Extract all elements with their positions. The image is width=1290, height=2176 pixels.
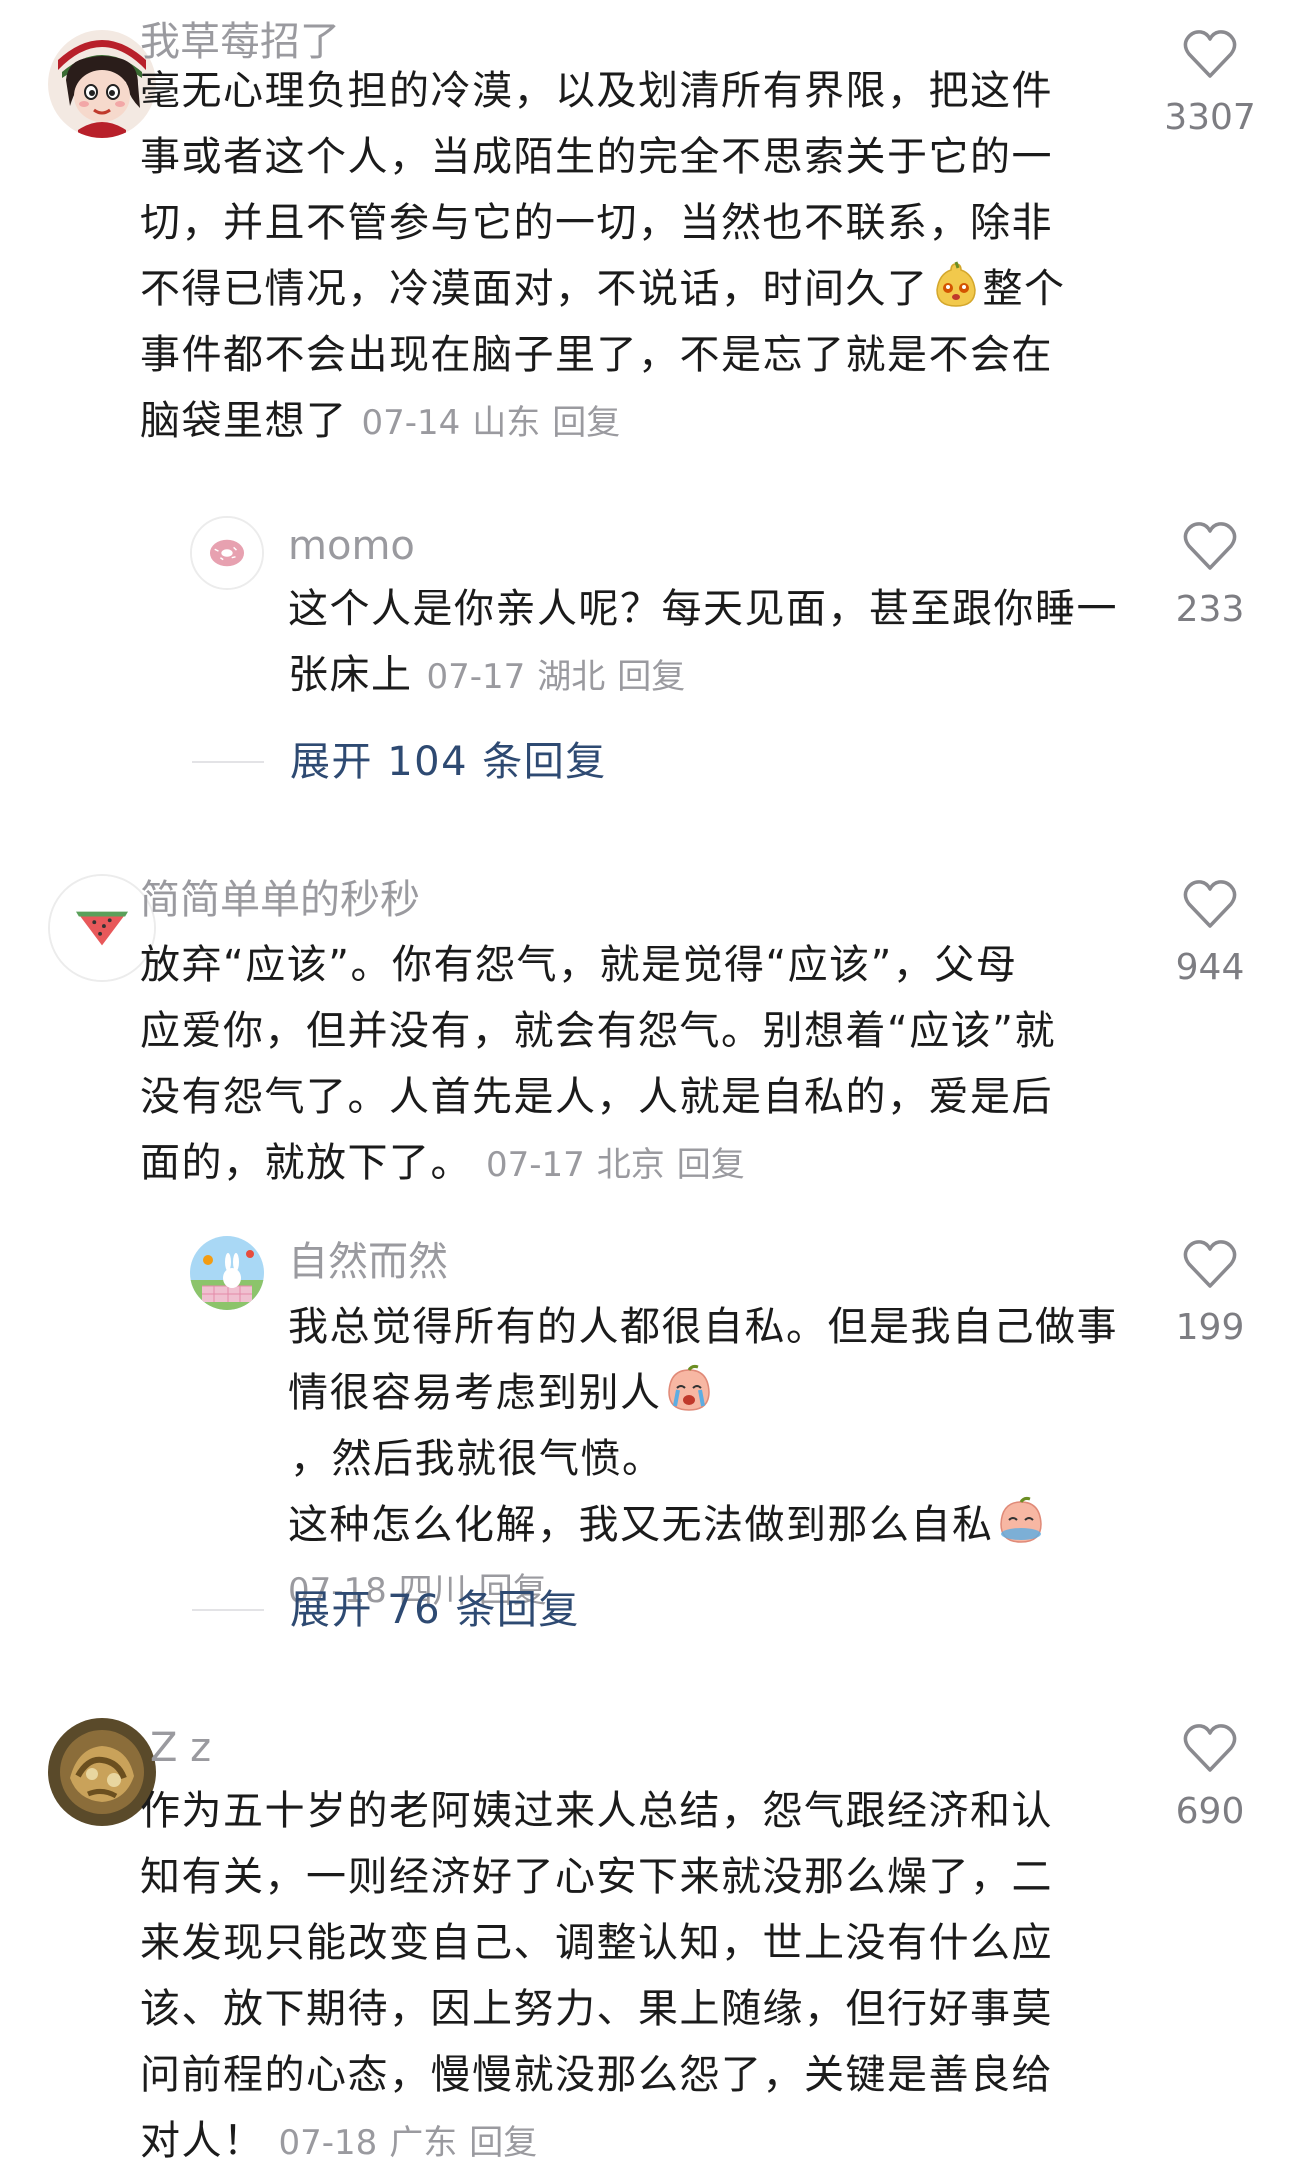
comment-text-line: 切，并且不管参与它的一切，当然也不联系，除非 — [140, 200, 1053, 246]
comment-text-line: 应爱你，但并没有，就会有怨气。别想着“应该”就 — [140, 1008, 1056, 1054]
like-button[interactable]: 690 — [1140, 1724, 1280, 1832]
heart-icon — [1183, 1240, 1237, 1288]
avatar[interactable] — [190, 516, 264, 590]
like-count: 3307 — [1164, 97, 1256, 138]
comment-text-line: 张床上 07-17 湖北 回复 — [288, 642, 1118, 708]
like-count: 199 — [1175, 1307, 1245, 1348]
comment-text-line: 对人！ 07-18 广东 回复 — [140, 2108, 1053, 2174]
username[interactable]: Z z — [150, 1722, 211, 1774]
comment-text-line: 作为五十岁的老阿姨过来人总结，怨气跟经济和认 — [140, 1788, 1053, 1834]
crying-peach-emoji-icon — [996, 1496, 1046, 1546]
comment-text-segment: 不得已情况，冷漠面对，不说话，时间久了 — [140, 266, 929, 312]
comment-text-line: 知有关，一则经济好了心安下来就没那么燥了，二 — [140, 1854, 1053, 1900]
comment-text-line: 事或者这个人，当成陌生的完全不思索关于它的一 — [140, 134, 1053, 180]
donut-avatar-icon — [192, 518, 262, 588]
comment-text: 放弃“应该”。你有怨气，就是觉得“应该”，父母 应爱你，但并没有，就会有怨气。别… — [140, 932, 1056, 1196]
comment-meta: 07-17 北京 回复 — [486, 1145, 745, 1185]
expand-replies-button[interactable]: 展开 76 条回复 — [192, 1584, 792, 1636]
comment-text: 这个人是你亲人呢？每天见面，甚至跟你睡一 张床上 07-17 湖北 回复 — [288, 576, 1118, 708]
comment-text: 毫无心理负担的冷漠，以及划清所有界限，把这件 事或者这个人，当成陌生的完全不思索… — [140, 58, 1066, 454]
pear-face-emoji-icon — [931, 260, 981, 310]
like-button[interactable]: 199 — [1140, 1240, 1280, 1348]
comment-text: 我总觉得所有的人都很自私。但是我自己做事 情很容易考虑到别人 ，然后我就很气愤。… — [288, 1294, 1118, 1624]
reply-button[interactable]: 回复 — [617, 657, 685, 697]
comment-meta: 07-14 山东 回复 — [362, 403, 621, 443]
comment-text-line: 毫无心理负担的冷漠，以及划清所有界限，把这件 — [140, 68, 1053, 114]
comment-text-line: 我总觉得所有的人都很自私。但是我自己做事 — [288, 1304, 1118, 1350]
comment-location: 湖北 — [537, 657, 606, 697]
comment-date: 07-17 — [426, 657, 526, 697]
divider — [192, 761, 264, 763]
comment-text-line: 来发现只能改变自己、调整认知，世上没有什么应 — [140, 1920, 1053, 1966]
like-button[interactable]: 944 — [1140, 880, 1280, 988]
comment-date: 07-17 — [486, 1145, 585, 1185]
heart-icon — [1183, 30, 1237, 78]
comment-location: 山东 — [472, 403, 541, 443]
comment-text-segment: 这种怎么化解，我又无法做到那么自私 — [288, 1502, 994, 1548]
like-count: 233 — [1175, 589, 1245, 630]
comment-date: 07-14 — [361, 403, 461, 443]
comment-location: 广东 — [389, 2123, 458, 2163]
like-count: 944 — [1175, 947, 1245, 988]
like-count: 690 — [1175, 1791, 1245, 1832]
username[interactable]: 自然而然 — [288, 1236, 448, 1288]
reply-button[interactable]: 回复 — [469, 2123, 537, 2163]
expand-replies-label[interactable]: 展开 76 条回复 — [290, 1584, 580, 1636]
reply-button[interactable]: 回复 — [552, 403, 620, 443]
expand-replies-button[interactable]: 展开 104 条回复 — [192, 736, 792, 788]
comment-date: 07-18 — [278, 2123, 378, 2163]
bunny-picnic-avatar-icon — [190, 1236, 264, 1310]
comment-text-line: 问前程的心态，慢慢就没那么怨了，关键是善良给 — [140, 2052, 1053, 2098]
comment-text: 作为五十岁的老阿姨过来人总结，怨气跟经济和认 知有关，一则经济好了心安下来就没那… — [140, 1778, 1053, 2174]
comment-text-line: 事件都不会出现在脑子里了，不是忘了就是不会在 — [140, 332, 1053, 378]
comment-text-segment: 脑袋里想了 — [140, 398, 348, 444]
comment-text-segment: 整个 — [982, 266, 1066, 312]
expand-replies-label[interactable]: 展开 104 条回复 — [290, 736, 607, 788]
watermelon-avatar-icon — [50, 876, 154, 980]
heart-icon — [1183, 522, 1237, 570]
comment-text-line: 没有怨气了。人首先是人，人就是自私的，爱是后 — [140, 1074, 1053, 1120]
username[interactable]: momo — [288, 520, 415, 572]
comment-text-segment: 情很容易考虑到别人 — [288, 1370, 662, 1416]
comment-text-segment: 对人！ — [140, 2118, 265, 2164]
avatar[interactable] — [190, 1236, 264, 1310]
comment-meta: 07-17 湖北 回复 — [427, 657, 686, 697]
reply-button[interactable]: 回复 — [677, 1145, 745, 1185]
like-button[interactable]: 3307 — [1140, 30, 1280, 138]
comment-text-line: 不得已情况，冷漠面对，不说话，时间久了 整个 — [140, 256, 1066, 322]
comment-text-line: 情很容易考虑到别人 — [288, 1360, 1118, 1426]
comment-location: 北京 — [596, 1145, 665, 1185]
comment-meta: 07-18 广东 回复 — [279, 2123, 538, 2163]
comment-text-line: ，然后我就很气愤。 — [290, 1436, 664, 1482]
comment-text-segment: 面的，就放下了。 — [140, 1140, 472, 1186]
comment-text-line: 这种怎么化解，我又无法做到那么自私 — [288, 1492, 1118, 1558]
comment-text-line: 面的，就放下了。 07-17 北京 回复 — [140, 1130, 1056, 1196]
comment-text-line: 脑袋里想了 07-14 山东 回复 — [140, 388, 1066, 454]
comment-text-segment: 张床上 — [288, 652, 413, 698]
like-button[interactable]: 233 — [1140, 522, 1280, 630]
comment-text-line: 放弃“应该”。你有怨气，就是觉得“应该”，父母 — [140, 942, 1018, 988]
crying-peach-emoji-icon — [664, 1364, 714, 1414]
divider — [192, 1609, 264, 1611]
comment-text-line: 该、放下期待，因上努力、果上随缘，但行好事莫 — [140, 1986, 1053, 2032]
username[interactable]: 简简单单的秒秒 — [140, 874, 420, 926]
heart-icon — [1183, 1724, 1237, 1772]
heart-icon — [1183, 880, 1237, 928]
comment-text-line: 这个人是你亲人呢？每天见面，甚至跟你睡一 — [288, 586, 1118, 632]
